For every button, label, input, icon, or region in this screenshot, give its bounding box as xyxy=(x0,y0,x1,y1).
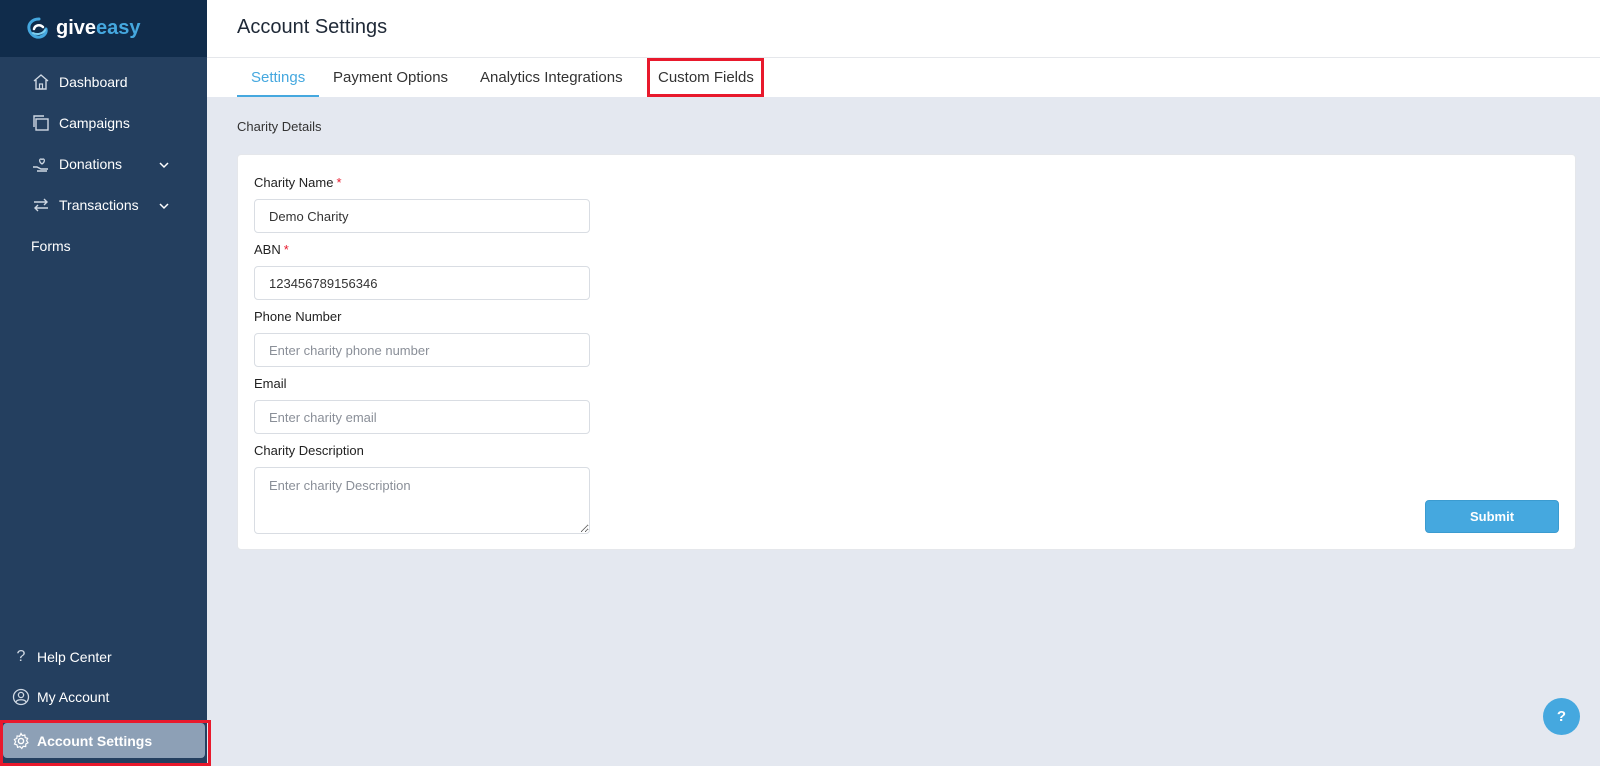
charity-name-label: Charity Name * xyxy=(254,175,342,190)
gear-icon xyxy=(11,731,31,751)
sidebar-item-dashboard[interactable]: Dashboard xyxy=(0,61,207,102)
charity-description-textarea[interactable] xyxy=(254,467,590,534)
charity-description-label: Charity Description xyxy=(254,443,364,458)
sidebar-item-label: Transactions xyxy=(59,196,139,213)
sidebar-item-label: Account Settings xyxy=(37,732,153,749)
chevron-down-icon xyxy=(159,156,169,172)
tab-payment-options[interactable]: Payment Options xyxy=(333,58,448,97)
sidebar-item-campaigns[interactable]: Campaigns xyxy=(0,102,207,143)
sidebar-item-label: Dashboard xyxy=(59,73,128,90)
logo-text-give: give xyxy=(56,17,97,39)
charity-details-card: Charity Name* ABN* Phone Number Email Ch… xyxy=(237,154,1576,550)
submit-button[interactable]: Submit xyxy=(1425,500,1559,533)
sidebar-item-transactions[interactable]: Transactions xyxy=(0,184,207,225)
home-icon xyxy=(31,72,51,92)
help-fab-button[interactable]: ? xyxy=(1543,698,1580,735)
logo-bar: give easy xyxy=(0,0,207,57)
abn-input[interactable] xyxy=(254,266,590,300)
logo-text-easy: easy xyxy=(96,17,141,39)
phone-number-input[interactable] xyxy=(254,333,590,367)
tab-custom-fields[interactable]: Custom Fields xyxy=(658,58,754,97)
arrows-exchange-icon xyxy=(31,195,51,215)
page-title: Account Settings xyxy=(237,16,388,38)
field-label-text: Charity Name xyxy=(254,175,334,190)
sidebar-item-label: Forms xyxy=(31,237,71,254)
giveeasy-logo[interactable]: give easy xyxy=(26,17,141,41)
field-label-text: ABN xyxy=(254,242,281,257)
sidebar-item-donations[interactable]: Donations xyxy=(0,143,207,184)
folders-icon xyxy=(31,113,51,133)
sidebar-item-help-center[interactable]: ? Help Center xyxy=(0,637,207,677)
tab-bar: Settings Payment Options Analytics Integ… xyxy=(207,58,1600,97)
sidebar-item-label: Donations xyxy=(59,155,123,172)
sidebar-bottom-nav: ? Help Center My Account Account Setting… xyxy=(0,637,211,766)
abn-label: ABN * xyxy=(254,242,289,257)
charity-name-input[interactable] xyxy=(254,199,590,233)
section-label: Charity Details xyxy=(237,119,322,134)
sidebar-item-my-account[interactable]: My Account xyxy=(0,677,207,717)
sidebar-item-account-settings[interactable]: Account Settings xyxy=(0,718,211,766)
sidebar-item-active[interactable]: Account Settings xyxy=(3,723,205,758)
sidebar-nav: Dashboard Campaigns Donations Transactio… xyxy=(0,61,207,266)
sidebar: giveeasy Dashboard Campaigns Donations xyxy=(0,0,211,766)
required-mark: * xyxy=(283,242,289,257)
tab-settings[interactable]: Settings xyxy=(237,58,320,97)
phone-number-label: Phone Number xyxy=(254,309,342,324)
tab-analytics-integrations[interactable]: Analytics Integrations xyxy=(480,58,623,97)
email-input[interactable] xyxy=(254,400,590,434)
sidebar-item-forms[interactable]: Forms xyxy=(0,225,207,266)
required-mark: * xyxy=(336,175,342,190)
user-circle-icon xyxy=(11,687,31,707)
logo-swirl-icon xyxy=(27,17,48,39)
sidebar-item-label: Campaigns xyxy=(59,114,130,131)
hand-heart-icon xyxy=(31,154,51,174)
sidebar-item-label: My Account xyxy=(37,689,110,705)
email-label: Email xyxy=(254,376,287,391)
sidebar-item-label: Help Center xyxy=(37,649,112,665)
page-header: Account Settings xyxy=(207,0,1600,58)
chevron-down-icon xyxy=(159,197,169,213)
question-icon: ? xyxy=(16,648,26,665)
